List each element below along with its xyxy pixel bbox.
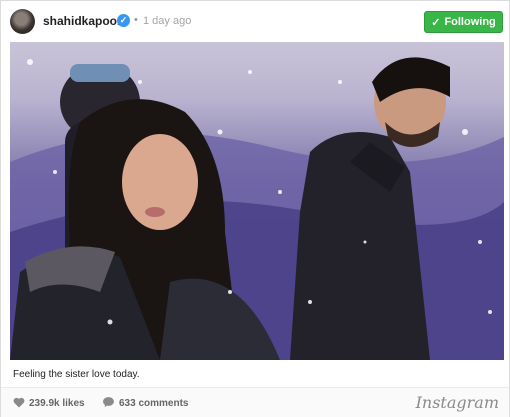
instagram-logo[interactable]: Instagram [416,393,499,412]
heart-icon[interactable] [13,397,25,408]
photo-scene [10,57,504,360]
post-timestamp[interactable]: 1 day ago [143,15,191,27]
instagram-post-card: shahidkapoor ✓ • 1 day ago ✓ Following F… [0,0,510,417]
comments-count[interactable]: 633 comments [119,398,188,409]
check-icon: ✓ [431,16,441,29]
comment-icon[interactable] [102,396,115,408]
likes-count[interactable]: 239.9k likes [29,398,85,409]
following-button[interactable]: ✓ Following [424,11,503,33]
post-caption: Feeling the sister love today. [13,369,140,380]
following-button-label: Following [444,16,496,28]
user-avatar[interactable] [10,9,35,34]
post-footer: 239.9k likes 633 comments Instagram [1,387,509,417]
username-link[interactable]: shahidkapoor [43,14,122,28]
post-photo[interactable] [10,42,504,360]
post-header: shahidkapoor ✓ • 1 day ago ✓ Following [1,1,509,41]
verified-badge-icon: ✓ [117,14,130,27]
separator-dot: • [134,14,138,26]
